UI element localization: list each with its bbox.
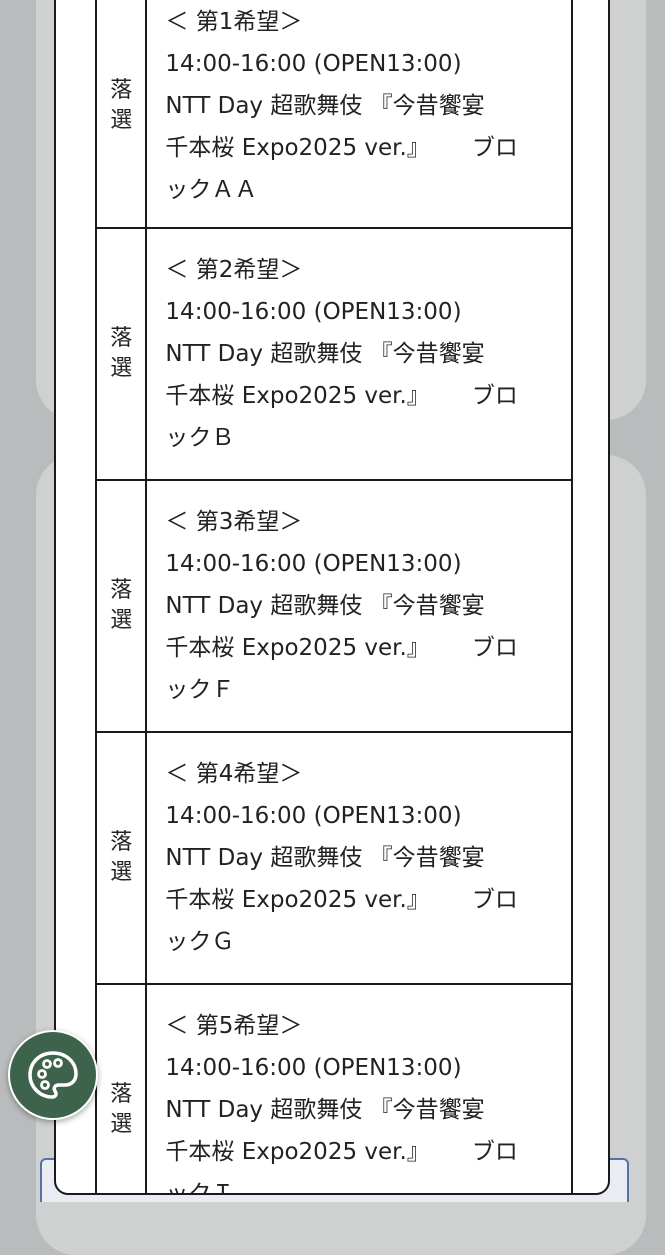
block-label: ックＦ: [165, 677, 235, 703]
status-cell: 落選: [94, 0, 148, 229]
choice-label: ＜ 第1希望＞: [165, 8, 303, 35]
table-row: 落選 ＜ 第3希望＞ 14:00-16:00 (OPEN13:00) NTT D…: [94, 479, 573, 733]
event-name: NTT Day 超歌舞伎 『今昔饗宴: [165, 92, 485, 119]
event-name: 千本桜 Expo2025 ver.』: [165, 887, 430, 913]
result-status: 落選: [110, 326, 133, 381]
block-label: ックＧ: [165, 929, 235, 955]
choice-label: ＜ 第4希望＞: [165, 761, 303, 787]
choice-label: ＜ 第2希望＞: [165, 257, 303, 283]
block-label: ックＩ: [165, 1181, 235, 1195]
event-name: ブロ: [471, 887, 518, 913]
event-name: ブロ: [471, 383, 518, 409]
event-name: 千本桜 Expo2025 ver.』: [165, 134, 430, 161]
event-name: NTT Day 超歌舞伎 『今昔饗宴: [165, 341, 485, 367]
choice-label: ＜ 第3希望＞: [165, 509, 303, 535]
time-label: 14:00-16:00 (OPEN13:00): [165, 551, 462, 577]
choice-label: ＜ 第5希望＞: [165, 1013, 303, 1039]
result-status: 落選: [110, 1082, 133, 1137]
palette-button[interactable]: [8, 1030, 98, 1120]
result-status: 落選: [110, 578, 133, 633]
event-name: 千本桜 Expo2025 ver.』: [165, 383, 430, 409]
result-status: 落選: [110, 77, 133, 133]
block-label: ックＢ: [165, 425, 235, 451]
event-name: NTT Day 超歌舞伎 『今昔饗宴: [165, 593, 485, 619]
lottery-results-table: 落選 ＜ 第1希望＞ 14:00-16:00 (OPEN13:00) NTT D…: [94, 0, 573, 1195]
time-label: 14:00-16:00 (OPEN13:00): [165, 50, 462, 77]
detail-cell: ＜ 第1希望＞ 14:00-16:00 (OPEN13:00) NTT Day …: [145, 0, 573, 229]
table-row: 落選 ＜ 第4希望＞ 14:00-16:00 (OPEN13:00) NTT D…: [94, 731, 573, 985]
result-status: 落選: [110, 830, 133, 885]
time-label: 14:00-16:00 (OPEN13:00): [165, 1055, 462, 1081]
event-name: ブロ: [471, 134, 518, 161]
status-cell: 落選: [94, 983, 148, 1193]
event-name: 千本桜 Expo2025 ver.』: [165, 1139, 430, 1165]
detail-cell: ＜ 第3希望＞ 14:00-16:00 (OPEN13:00) NTT Day …: [145, 479, 573, 733]
event-name: NTT Day 超歌舞伎 『今昔饗宴: [165, 1097, 485, 1123]
detail-cell: ＜ 第5希望＞ 14:00-16:00 (OPEN13:00) NTT Day …: [145, 983, 573, 1195]
event-name: 千本桜 Expo2025 ver.』: [165, 635, 430, 661]
table-row: 落選 ＜ 第2希望＞ 14:00-16:00 (OPEN13:00) NTT D…: [94, 227, 573, 481]
event-name: NTT Day 超歌舞伎 『今昔饗宴: [165, 845, 485, 871]
time-label: 14:00-16:00 (OPEN13:00): [165, 299, 462, 325]
block-label: ックＡＡ: [165, 176, 258, 203]
detail-cell: ＜ 第2希望＞ 14:00-16:00 (OPEN13:00) NTT Day …: [145, 227, 573, 481]
event-name: ブロ: [471, 1139, 518, 1165]
palette-icon: [28, 1051, 78, 1099]
table-row: 落選 ＜ 第1希望＞ 14:00-16:00 (OPEN13:00) NTT D…: [94, 0, 573, 229]
event-name: ブロ: [471, 635, 518, 661]
detail-cell: ＜ 第4希望＞ 14:00-16:00 (OPEN13:00) NTT Day …: [145, 731, 573, 985]
time-label: 14:00-16:00 (OPEN13:00): [165, 803, 462, 829]
results-modal: 落選 ＜ 第1希望＞ 14:00-16:00 (OPEN13:00) NTT D…: [54, 0, 610, 1195]
status-cell: 落選: [94, 227, 148, 481]
status-cell: 落選: [94, 731, 148, 985]
table-row: 落選 ＜ 第5希望＞ 14:00-16:00 (OPEN13:00) NTT D…: [94, 983, 573, 1195]
status-cell: 落選: [94, 479, 148, 733]
